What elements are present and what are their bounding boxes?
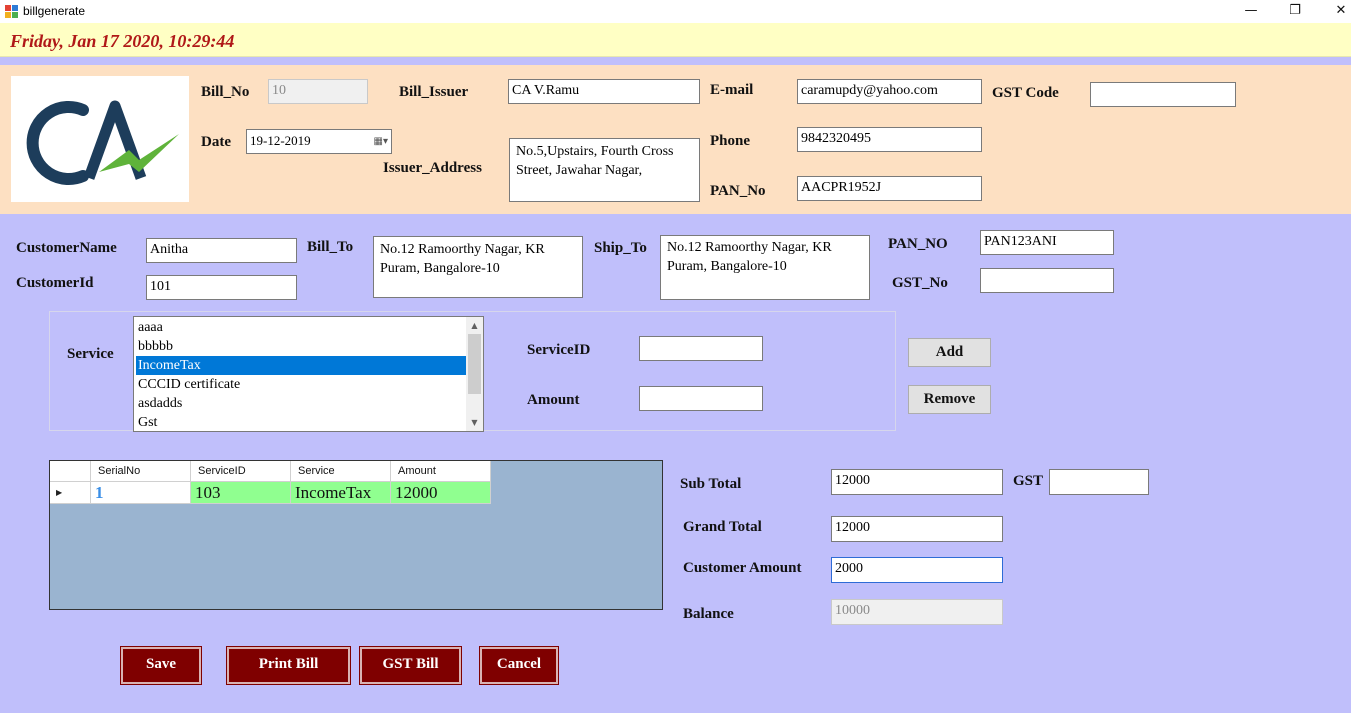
scroll-up-arrow-icon[interactable]: ▲ (466, 317, 483, 334)
app-icon (5, 5, 18, 18)
balance-field[interactable]: 10000 (831, 599, 1003, 625)
grid-cell-service-id[interactable]: 103 (191, 482, 291, 504)
scroll-down-arrow-icon[interactable]: ▼ (466, 414, 483, 431)
customer-amount-field[interactable]: 2000 (831, 557, 1003, 583)
customer-amount-label: Customer Amount (683, 560, 802, 576)
customer-id-label: CustomerId (16, 275, 94, 291)
phone-field[interactable]: 9842320495 (797, 127, 982, 152)
service-list-item[interactable]: aaaa (136, 318, 466, 337)
gst-code-field[interactable] (1090, 82, 1236, 107)
bill-issuer-label: Bill_Issuer (399, 84, 469, 100)
pan-label: PAN_No (710, 183, 766, 199)
amount-field[interactable] (639, 386, 763, 411)
gst-field[interactable] (1049, 469, 1149, 495)
bill-issuer-field[interactable]: CA V.Ramu (508, 79, 700, 104)
grid-corner-header (50, 461, 91, 482)
service-label: Service (67, 346, 114, 362)
cancel-button[interactable]: Cancel (479, 646, 559, 685)
gst-label: GST (1013, 473, 1044, 489)
issuer-address-field[interactable]: No.5,Upstairs, Fourth Cross Street, Jawa… (509, 138, 700, 202)
service-list-scrollbar[interactable]: ▲ ▼ (466, 317, 483, 431)
grid-cell-service[interactable]: IncomeTax (291, 482, 391, 504)
service-list-item-selected[interactable]: IncomeTax (136, 356, 466, 375)
add-button[interactable]: Add (908, 338, 991, 367)
email-field[interactable]: caramupdy@yahoo.com (797, 79, 982, 104)
bill-to-field[interactable]: No.12 Ramoorthy Nagar, KR Puram, Bangalo… (373, 236, 583, 298)
customer-gst-field[interactable] (980, 268, 1114, 293)
current-datetime: Friday, Jan 17 2020, 10:29:44 (10, 31, 235, 51)
scroll-thumb[interactable] (468, 334, 481, 394)
phone-label: Phone (710, 133, 751, 149)
bill-to-label: Bill_To (307, 239, 354, 255)
restore-button[interactable]: ❐ (1272, 0, 1318, 23)
separator-stripe (0, 57, 1351, 65)
customer-pan-field[interactable]: PAN123ANI (980, 230, 1114, 255)
grand-total-field[interactable]: 12000 (831, 516, 1003, 542)
save-button[interactable]: Save (120, 646, 202, 685)
issuer-address-label: Issuer_Address (383, 160, 482, 176)
gst-code-label: GST Code (992, 85, 1059, 101)
balance-label: Balance (683, 606, 734, 622)
date-value: 19-12-2019 (250, 133, 311, 148)
minimize-button[interactable]: — (1228, 0, 1274, 23)
grid-header-amount[interactable]: Amount (391, 461, 491, 482)
grid-header-serviceid[interactable]: ServiceID (191, 461, 291, 482)
subtotal-label: Sub Total (680, 476, 742, 492)
service-id-label: ServiceID (527, 342, 591, 358)
window-title: billgenerate (23, 4, 86, 18)
customer-id-field[interactable]: 101 (146, 275, 297, 300)
customer-name-field[interactable]: Anitha (146, 238, 297, 263)
grand-total-label: Grand Total (683, 519, 762, 535)
subtotal-field[interactable]: 12000 (831, 469, 1003, 495)
pan-field[interactable]: AACPR1952J (797, 176, 982, 201)
bill-items-grid[interactable]: SerialNo ServiceID Service Amount ▶ 1 10… (49, 460, 663, 610)
gst-bill-button[interactable]: GST Bill (359, 646, 462, 685)
service-list-item[interactable]: Gst (136, 413, 466, 431)
service-id-field[interactable] (639, 336, 763, 361)
customer-pan-label: PAN_NO (888, 236, 948, 252)
title-bar (0, 0, 1351, 23)
customer-name-label: CustomerName (16, 240, 117, 256)
service-listbox[interactable]: aaaa bbbbb IncomeTax CCCID certificate a… (133, 316, 484, 432)
email-label: E-mail (710, 82, 754, 98)
date-label: Date (201, 134, 231, 150)
service-list-item[interactable]: CCCID certificate (136, 375, 466, 394)
amount-label: Amount (527, 392, 580, 408)
print-bill-button[interactable]: Print Bill (226, 646, 351, 685)
date-picker[interactable]: 19-12-2019 ▦▾ (246, 129, 392, 154)
remove-button[interactable]: Remove (908, 385, 991, 414)
company-logo (11, 76, 189, 202)
bill-no-field[interactable]: 10 (268, 79, 368, 104)
service-list-item[interactable]: asdadds (136, 394, 466, 413)
grid-header-serialno[interactable]: SerialNo (91, 461, 191, 482)
ship-to-label: Ship_To (594, 240, 647, 256)
calendar-dropdown-icon[interactable]: ▦▾ (374, 133, 388, 151)
current-row-indicator-icon[interactable]: ▶ (50, 482, 91, 504)
customer-gst-label: GST_No (892, 275, 948, 291)
service-list-item[interactable]: bbbbb (136, 337, 466, 356)
grid-header-service[interactable]: Service (291, 461, 391, 482)
bill-no-label: Bill_No (201, 84, 250, 100)
close-button[interactable]: ✕ (1318, 0, 1351, 23)
grid-cell-serial[interactable]: 1 (91, 482, 191, 504)
ship-to-field[interactable]: No.12 Ramoorthy Nagar, KR Puram, Bangalo… (660, 235, 870, 300)
grid-cell-amount[interactable]: 12000 (391, 482, 491, 504)
